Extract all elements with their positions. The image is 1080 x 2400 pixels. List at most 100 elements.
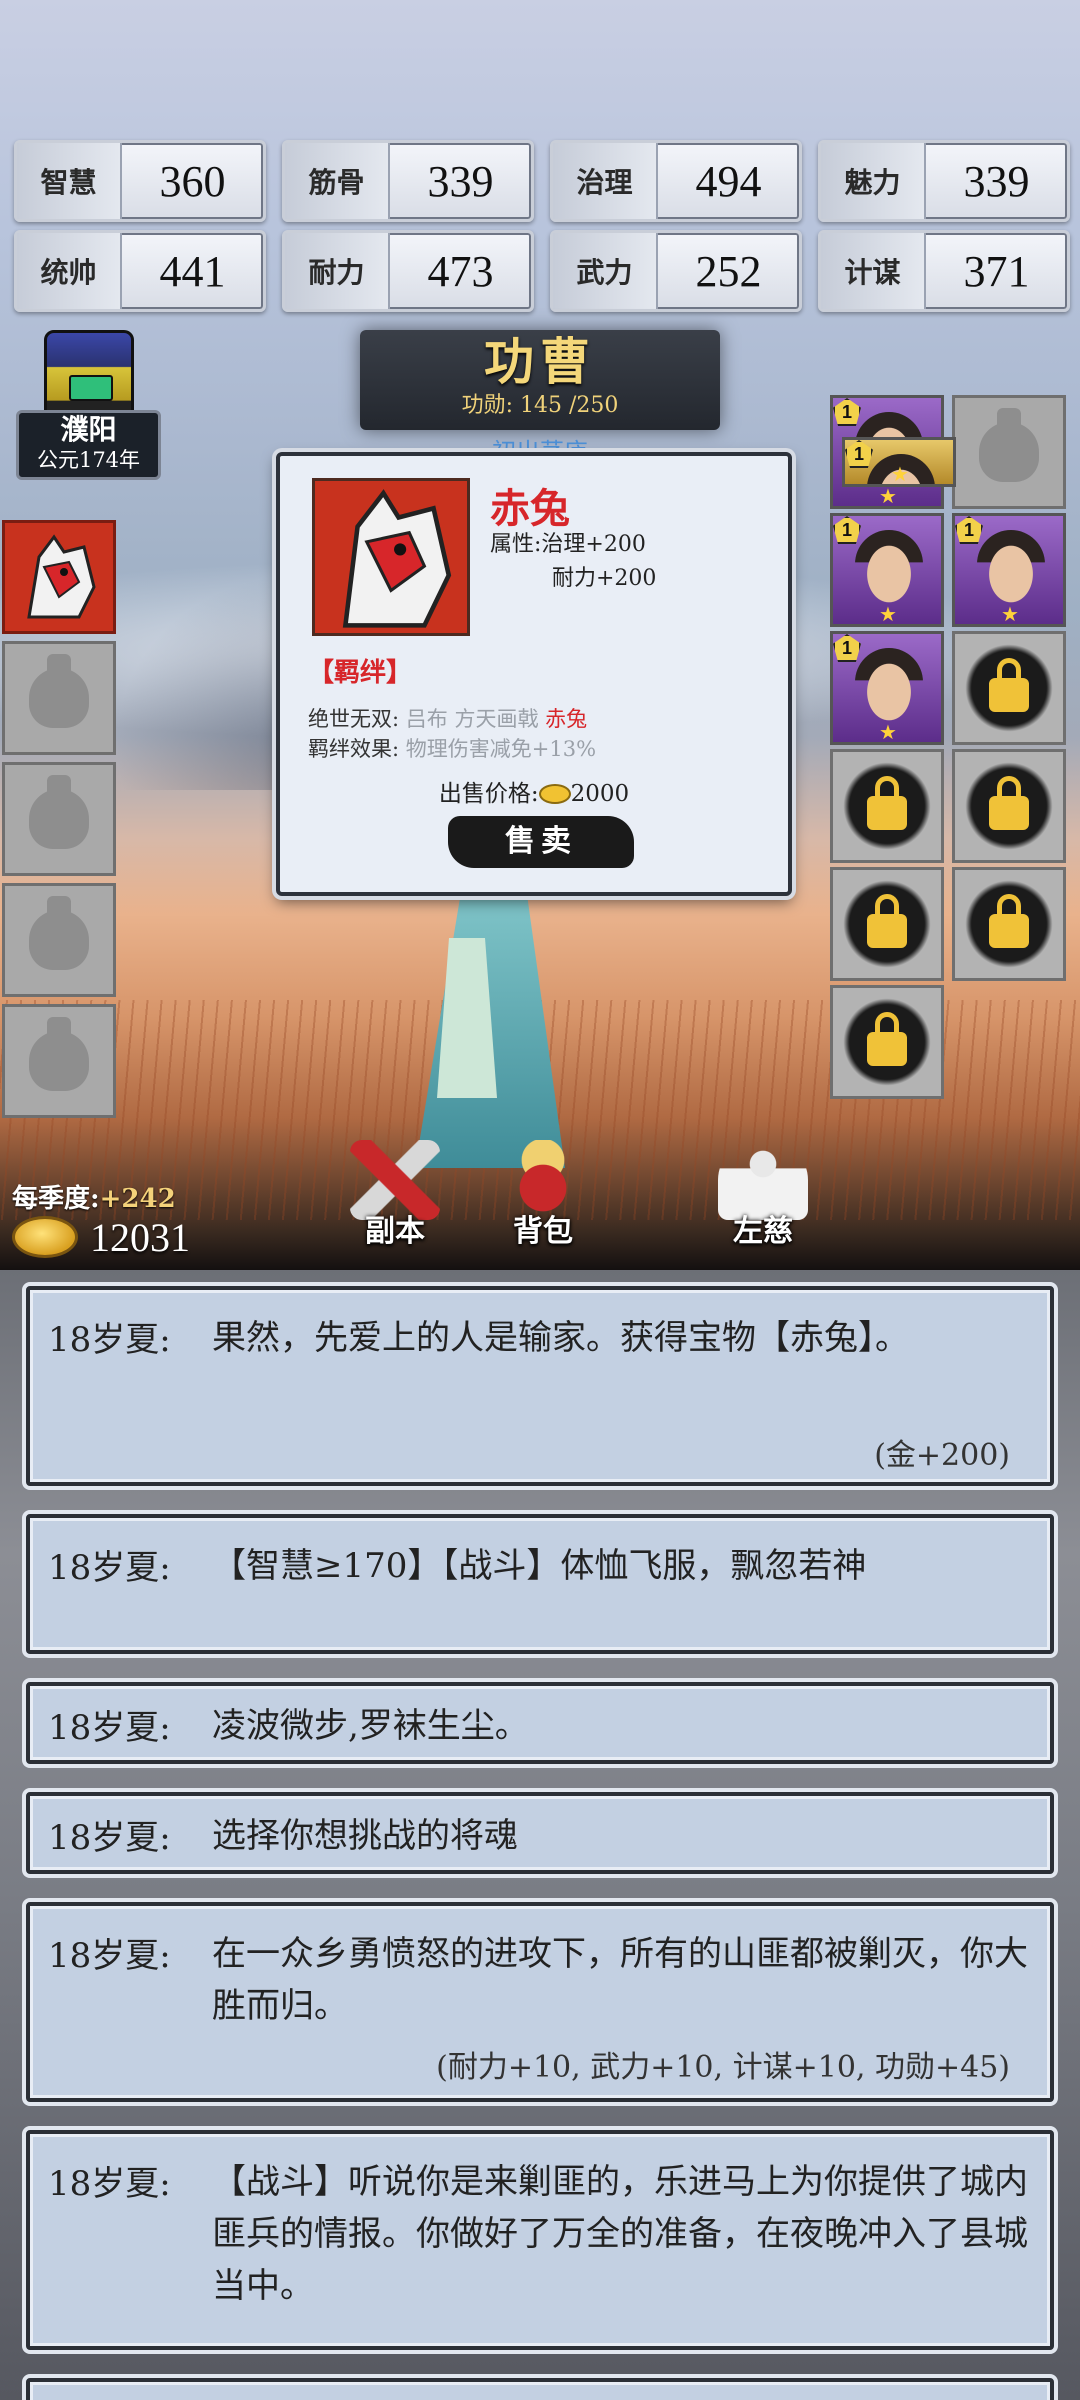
rank-banner: 功曹 功勋: 145 /250 <box>360 330 720 430</box>
log-age: 18岁夏: <box>48 1818 171 1858</box>
log-entry: 18岁夏: 【智慧≥170】【战斗】体恤飞服，飘忽若神 <box>26 1514 1054 1654</box>
hero-card[interactable]: 1★ <box>952 513 1066 627</box>
log-entry: 18岁夏: 在一众乡勇愤怒的进攻下，所有的山匪都被剿灭，你大胜而归。 (耐力+1… <box>26 1902 1054 2102</box>
merit-progress: 功勋: 145 /250 <box>461 393 619 418</box>
item-slot-empty[interactable] <box>2 883 116 997</box>
location-badge[interactable]: 濮阳 公元174年 <box>16 330 161 480</box>
hero-portrait <box>855 530 923 610</box>
lock-icon <box>843 762 931 850</box>
bag-button[interactable]: 背包 <box>478 1140 608 1260</box>
hero-card[interactable]: 1★ <box>830 513 944 627</box>
event-log[interactable]: 18岁夏: 果然，先爱上的人是输家。获得宝物【赤兔】。 (金+200) 18岁夏… <box>0 1270 1080 2400</box>
zuo-ci-label: 左慈 <box>733 1214 793 1249</box>
hero-card[interactable]: 1★ <box>842 437 956 487</box>
star-icon: ★ <box>1001 602 1019 626</box>
log-entry: 18岁夏: 凌波微步,罗袜生尘。 <box>26 1682 1054 1764</box>
hero-level-badge: 1 <box>833 634 861 662</box>
hero-level-badge: 1 <box>845 440 873 468</box>
item-slot-empty[interactable] <box>2 1004 116 1118</box>
star-icon: ★ <box>879 484 897 508</box>
gold-ingot-icon <box>538 784 571 804</box>
dungeon-button[interactable]: 副本 <box>330 1140 460 1260</box>
log-text: 凌波微步,罗袜生尘。 <box>212 1706 529 1746</box>
hero-level-badge: 1 <box>833 398 861 426</box>
bond-members-missing: 吕布 方天画戟 <box>405 707 539 731</box>
log-entry: 18岁夏: 果然，先爱上的人是输家。获得宝物【赤兔】。 (金+200) <box>26 1286 1054 1486</box>
bond-effect-label: 羁绊效果: <box>308 737 400 761</box>
current-year: 公元174年 <box>36 448 141 472</box>
log-text: 果然，先爱上的人是输家。获得宝物【赤兔】。 <box>212 1318 909 1358</box>
log-text: 选择你想挑战的将魂 <box>212 1816 518 1856</box>
stat-physique: 筋骨 339 <box>282 140 534 222</box>
lock-icon <box>843 880 931 968</box>
lock-icon <box>965 762 1053 850</box>
lock-icon <box>965 644 1053 732</box>
bond-details: 绝世无双: 吕布 方天画戟 赤兔 羁绊效果: 物理伤害减免+13% <box>308 704 596 764</box>
city-emblem-icon <box>44 330 134 420</box>
stat-wisdom: 智慧 360 <box>14 140 266 222</box>
price-label: 出售价格: <box>438 781 539 807</box>
log-result: (耐力+10, 武力+10, 计谋+10, 功勋+45) <box>436 2050 1010 2085</box>
hero-slot-locked[interactable] <box>830 985 944 1099</box>
quarterly-income: 每季度:+242 <box>12 1178 176 1215</box>
item-slot-empty[interactable] <box>2 641 116 755</box>
bag-label: 背包 <box>513 1214 573 1249</box>
hero-portrait <box>855 648 923 728</box>
hero-roster: 1★ 1★ 1★ 1★ 1★ 1★ 1★ <box>830 395 1068 1099</box>
item-slot-empty[interactable] <box>2 762 116 876</box>
hero-slot-locked[interactable] <box>830 867 944 981</box>
red-hare-icon <box>27 534 96 619</box>
hero-card[interactable]: 1★ <box>830 631 944 745</box>
bottom-bar: 每季度:+242 12031 副本 背包 左慈 <box>0 1140 1080 1270</box>
item-attributes: 属性:治理+200 耐力+200 <box>490 528 656 596</box>
price-value: 2000 <box>570 781 630 807</box>
bond-set-row: 绝世无双: 吕布 方天画戟 赤兔 <box>308 704 596 734</box>
bond-member-owned: 赤兔 <box>545 707 588 731</box>
log-age: 18岁夏: <box>48 1936 171 1976</box>
hero-slot-locked[interactable] <box>952 631 1066 745</box>
rank-title: 功曹 <box>484 332 596 391</box>
sell-button[interactable]: 售卖 <box>448 816 634 868</box>
gold-display: 12031 <box>12 1212 190 1262</box>
sell-price: 出售价格: 2000 <box>280 774 788 808</box>
stat-governance: 治理 494 <box>550 140 802 222</box>
zuo-ci-button[interactable]: 左慈 <box>698 1140 828 1260</box>
gold-ingot-icon <box>12 1216 78 1258</box>
bag-placeholder-icon <box>29 654 89 728</box>
star-icon: ★ <box>879 720 897 744</box>
item-portrait <box>312 478 470 636</box>
bag-placeholder-icon <box>979 408 1039 482</box>
stat-force: 武力 252 <box>550 230 802 312</box>
bag-placeholder-icon <box>29 775 89 849</box>
stat-strategy: 计谋 371 <box>818 230 1070 312</box>
log-result: (金+200) <box>874 1438 1010 1473</box>
hero-slot-locked[interactable] <box>952 749 1066 863</box>
log-text: 在一众乡勇愤怒的进攻下，所有的山匪都被剿灭，你大胜而归。 <box>212 1934 1028 2026</box>
hero-portrait <box>977 530 1045 610</box>
log-age: 18岁夏: <box>48 2164 171 2204</box>
item-detail-popup: 赤兔 属性:治理+200 耐力+200 【羁绊】 绝世无双: 吕布 方天画戟 赤… <box>276 452 792 896</box>
bond-effect-row: 羁绊效果: 物理伤害减免+13% <box>308 734 596 764</box>
red-hare-icon <box>342 489 452 628</box>
hero-level-badge: 1 <box>955 516 983 544</box>
hero-slot-empty[interactable] <box>952 395 1066 509</box>
rank-subtitle: 初出茅庐 <box>492 438 588 452</box>
log-age: 18岁夏: <box>48 1320 171 1360</box>
item-attr-line: 耐力+200 <box>552 566 657 591</box>
dungeon-label: 副本 <box>365 1214 425 1249</box>
item-name: 赤兔 <box>490 485 570 532</box>
bag-placeholder-icon <box>29 896 89 970</box>
log-entry-partial <box>26 2378 1054 2400</box>
hero-slot-locked[interactable] <box>952 867 1066 981</box>
hero-slot-locked[interactable] <box>830 749 944 863</box>
item-slots <box>2 520 116 1125</box>
star-icon: ★ <box>891 462 909 486</box>
item-slot-red-hare[interactable] <box>2 520 116 634</box>
bag-placeholder-icon <box>29 1017 89 1091</box>
bond-title: 【羁绊】 <box>308 658 413 688</box>
lock-icon <box>843 998 931 1086</box>
log-text: 【智慧≥170】【战斗】体恤飞服，飘忽若神 <box>212 1546 867 1586</box>
log-entry: 18岁夏: 【战斗】听说你是来剿匪的，乐进马上为你提供了城内匪兵的情报。你做好了… <box>26 2130 1054 2350</box>
gold-amount: 12031 <box>90 1214 190 1260</box>
log-entry: 18岁夏: 选择你想挑战的将魂 <box>26 1792 1054 1874</box>
